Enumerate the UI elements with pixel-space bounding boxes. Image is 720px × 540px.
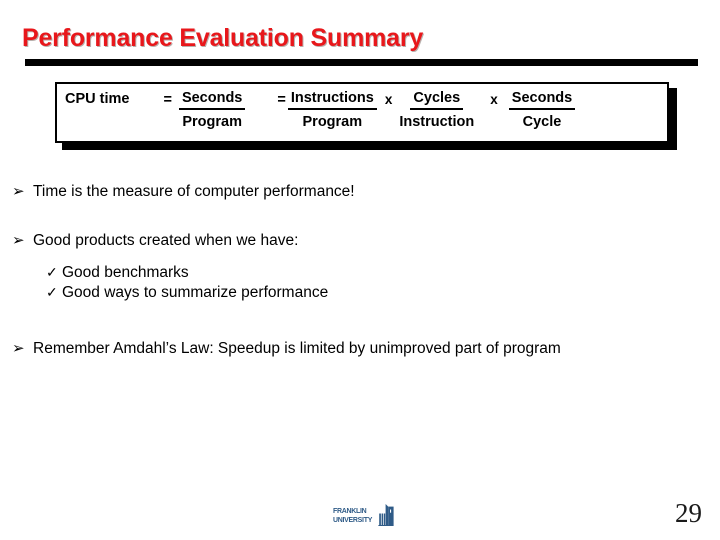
- logo-line-2: UNIVERSITY: [333, 514, 373, 524]
- bullet-item-3: ➢ Remember Amdahl’s Law: Speedup is limi…: [12, 340, 692, 359]
- formula-equals-1: =: [163, 92, 172, 108]
- logo-line-1: FRANKLIN: [333, 506, 367, 515]
- bullet-item-1: ➢ Time is the measure of computer perfor…: [12, 183, 692, 202]
- fraction-denominator: Instruction: [399, 113, 475, 130]
- fraction-numerator: Seconds: [508, 89, 576, 110]
- arrow-bullet-icon: ➢: [12, 183, 25, 200]
- fraction-numerator: Cycles: [410, 89, 464, 110]
- fraction-instructions-per-program: Instructions Program: [287, 89, 377, 130]
- sub-bullet-item-2: ✓ Good ways to summarize performance: [46, 283, 692, 303]
- check-bullet-icon: ✓: [46, 283, 58, 300]
- fraction-denominator: Cycle: [522, 113, 562, 130]
- sub-bullet-item-1: ✓ Good benchmarks: [46, 263, 692, 283]
- bullet-text: Remember Amdahl’s Law: Speedup is limite…: [33, 340, 561, 358]
- logo-wordmark: FRANKLIN UNIVERSITY: [333, 507, 375, 523]
- fraction-denominator: Program: [182, 113, 242, 130]
- check-bullet-icon: ✓: [46, 263, 58, 280]
- formula-multiply-2: x: [490, 92, 498, 107]
- sub-bullet-text: Good benchmarks: [62, 263, 189, 281]
- fraction-denominator: Program: [302, 113, 363, 130]
- bullet-item-2: ➢ Good products created when we have:: [12, 232, 692, 251]
- building-icon: [376, 504, 395, 526]
- formula-multiply-1: x: [384, 92, 393, 107]
- arrow-bullet-icon: ➢: [12, 340, 25, 358]
- bullet-text: Good products created when we have:: [33, 231, 299, 249]
- franklin-university-logo: FRANKLIN UNIVERSITY: [333, 503, 395, 527]
- bullet-text: Time is the measure of computer performa…: [33, 183, 355, 200]
- fraction-seconds-per-cycle: Seconds Cycle: [508, 89, 576, 130]
- arrow-bullet-icon: ➢: [12, 231, 25, 249]
- fraction-numerator: Seconds: [178, 89, 246, 110]
- fraction-cycles-per-instruction: Cycles Instruction: [399, 89, 474, 129]
- sub-bullet-list: ✓ Good benchmarks ✓ Good ways to summari…: [46, 263, 692, 303]
- fraction-seconds-per-program: Seconds Program: [178, 89, 246, 130]
- formula-label: CPU time: [65, 91, 130, 107]
- page-title: Performance Evaluation Summary: [22, 24, 424, 52]
- formula-equals-2: =: [277, 92, 286, 108]
- title-divider: [25, 59, 698, 66]
- cpu-time-formula-box: CPU time = Seconds Program = Instruction…: [55, 82, 669, 143]
- slide-canvas: Performance Evaluation Summary CPU time …: [0, 0, 720, 540]
- fraction-numerator: Instructions: [287, 89, 377, 110]
- formula-row: CPU time = Seconds Program = Instruction…: [57, 84, 667, 141]
- page-number: 29: [675, 498, 702, 528]
- bullet-list: ➢ Time is the measure of computer perfor…: [12, 183, 692, 359]
- sub-bullet-text: Good ways to summarize performance: [62, 283, 329, 301]
